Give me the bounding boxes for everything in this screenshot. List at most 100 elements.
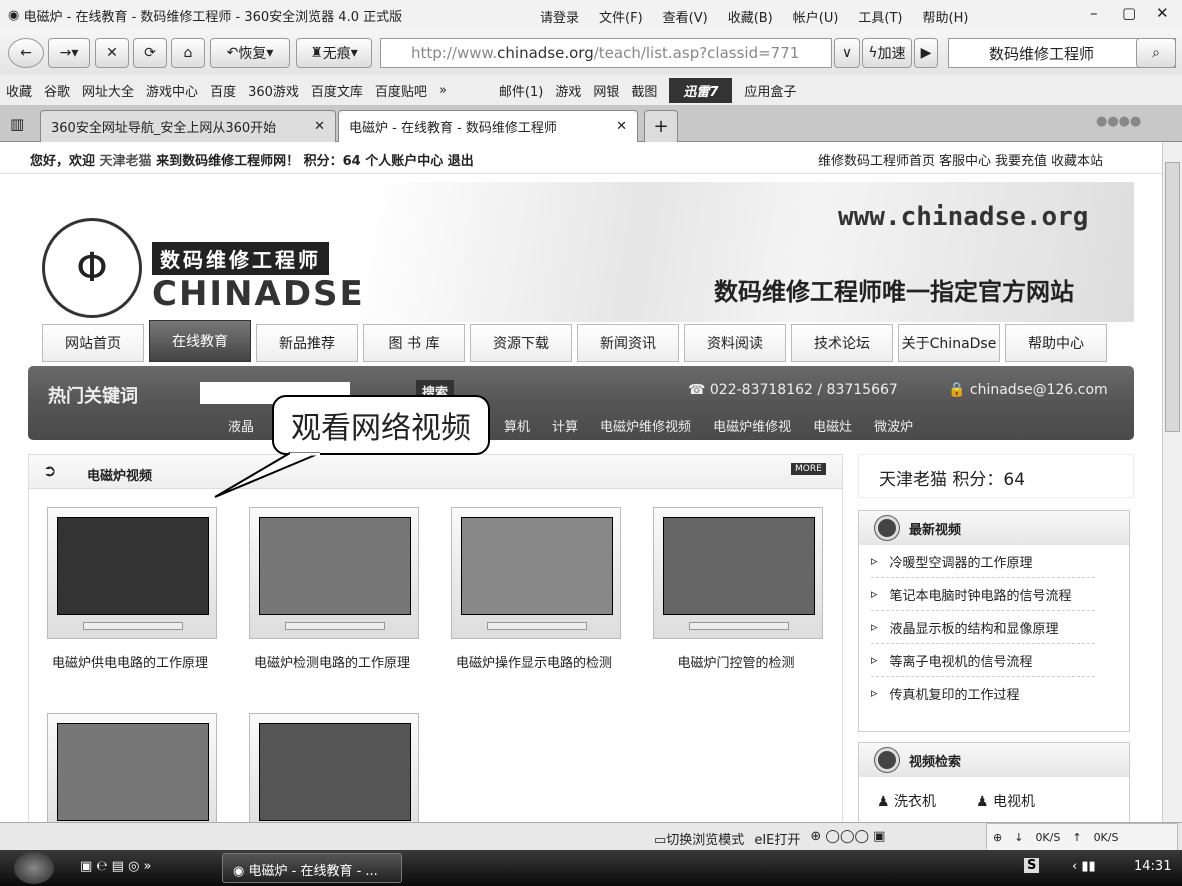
taskbar-item[interactable]: ◉ 电磁炉 - 在线教育 - ...: [222, 853, 402, 883]
service-link[interactable]: 客服中心: [939, 150, 991, 169]
video-title[interactable]: 电磁炉操作显示电路的检测: [433, 652, 635, 671]
video-thumbnail[interactable]: [451, 507, 621, 639]
bookmark-games[interactable]: 游戏中心: [146, 81, 198, 100]
minimize-icon[interactable]: –: [1090, 4, 1098, 22]
tab-close-icon[interactable]: ✕: [314, 119, 325, 134]
tab-scroll-icons[interactable]: ●●●●: [1096, 114, 1141, 129]
category-washer[interactable]: ♟ 洗衣机: [877, 791, 936, 811]
latest-link[interactable]: 传真机复印的工作过程: [890, 684, 1020, 703]
bookmark-game[interactable]: 游戏: [555, 81, 581, 100]
scroll-thumb[interactable]: [1165, 162, 1180, 432]
nav-library[interactable]: 图 书 库: [363, 324, 465, 362]
plus-icon[interactable]: ⊕: [993, 831, 1002, 844]
bookmark-hao[interactable]: 网址大全: [82, 81, 134, 100]
url-dropdown-icon[interactable]: ∨: [834, 38, 860, 68]
latest-link[interactable]: 等离子电视机的信号流程: [890, 651, 1033, 670]
close-icon[interactable]: ✕: [1156, 4, 1169, 22]
video-thumbnail[interactable]: [249, 507, 419, 639]
quicklaunch-icons[interactable]: ▣ ℮ ▤ ◎ »: [80, 859, 152, 874]
bookmark-mail[interactable]: 邮件(1): [499, 81, 543, 100]
tab-active[interactable]: 电磁炉 - 在线教育 - 数码维修工程师 ✕: [338, 110, 638, 142]
keyword-link[interactable]: 液晶: [228, 416, 254, 435]
video-thumbnail[interactable]: [47, 507, 217, 639]
nav-home[interactable]: 网站首页: [42, 324, 144, 362]
search-icon[interactable]: ⌕: [1136, 38, 1176, 68]
video-title[interactable]: 电磁炉检测电路的工作原理: [231, 652, 433, 671]
bookmark-bank[interactable]: 网银: [593, 81, 619, 100]
login-link[interactable]: 请登录: [540, 7, 579, 26]
video-title[interactable]: 电磁炉供电电路的工作原理: [29, 652, 231, 671]
logout-link[interactable]: 退出: [448, 154, 474, 169]
keyword-link[interactable]: 计算: [552, 416, 578, 435]
video-title[interactable]: 电磁炉门控管的检测: [635, 652, 837, 671]
home-link[interactable]: 维修数码工程师首页: [818, 150, 935, 169]
menu-view[interactable]: 查看(V): [663, 7, 708, 26]
bookmark-tieba[interactable]: 百度贴吧: [375, 81, 427, 100]
nav-new-products[interactable]: 新品推荐: [256, 324, 358, 362]
speedup-button[interactable]: ϟ 加速: [862, 38, 912, 68]
nav-downloads[interactable]: 资源下载: [470, 324, 572, 362]
latest-link[interactable]: 冷暖型空调器的工作原理: [890, 552, 1033, 571]
address-bar[interactable]: http://www. chinadse.org/teach/list.asp?c…: [380, 38, 832, 68]
account-link[interactable]: 个人账户中心: [365, 154, 443, 169]
restore-button[interactable]: ↶ 恢复 ▾: [210, 38, 290, 68]
nav-forum[interactable]: 技术论坛: [791, 324, 893, 362]
keyword-link[interactable]: 算机: [504, 416, 530, 435]
tray-icons[interactable]: ‹ ▮▮: [1072, 859, 1096, 874]
username-link[interactable]: 天津老猫: [100, 154, 152, 169]
more-button[interactable]: MORE: [791, 463, 826, 475]
latest-link[interactable]: 笔记本电脑时钟电路的信号流程: [890, 585, 1072, 604]
menu-account[interactable]: 帐户(U): [793, 7, 839, 26]
video-thumbnail[interactable]: [653, 507, 823, 639]
category-tv[interactable]: ♟ 电视机: [976, 791, 1035, 811]
home-icon[interactable]: ⌂: [171, 38, 205, 68]
tab-360-nav[interactable]: 360安全网址导航_安全上网从360开始 ✕: [40, 110, 336, 142]
bookmark-site-link[interactable]: 收藏本站: [1051, 150, 1103, 169]
browse-mode-button[interactable]: ▭切换浏览模式: [654, 829, 744, 848]
bookmark-google[interactable]: 谷歌: [44, 81, 70, 100]
vertical-scrollbar[interactable]: [1162, 142, 1182, 822]
keyword-link[interactable]: 微波炉: [874, 416, 913, 435]
video-thumbnail[interactable]: [47, 713, 217, 822]
incognito-button[interactable]: ♜ 无痕 ▾: [296, 38, 372, 68]
start-button[interactable]: [14, 852, 54, 884]
status-icons[interactable]: ⊕ ◯◯◯ ▣: [810, 829, 885, 848]
ie-open-button[interactable]: eIE打开: [754, 829, 800, 848]
list-item[interactable]: ▹ 笔记本电脑时钟电路的信号流程: [871, 578, 1095, 611]
bookmark-appbox[interactable]: 应用盒子: [744, 81, 796, 100]
contact-email[interactable]: chinadse@126.com: [970, 382, 1108, 398]
video-thumbnail[interactable]: [249, 713, 419, 822]
back-button[interactable]: ←: [8, 38, 44, 68]
nav-about[interactable]: 关于ChinaDse: [898, 324, 1000, 362]
refresh-icon[interactable]: ⟳: [133, 38, 167, 68]
latest-link[interactable]: 液晶显示板的结构和显像原理: [890, 618, 1059, 637]
tab-close-icon[interactable]: ✕: [616, 119, 627, 134]
list-item[interactable]: ▹ 冷暖型空调器的工作原理: [871, 545, 1095, 578]
xunlei-button[interactable]: 迅雷7: [669, 77, 733, 103]
stop-button[interactable]: ✕: [95, 38, 129, 68]
nav-help[interactable]: 帮助中心: [1005, 324, 1107, 362]
menu-help[interactable]: 帮助(H): [923, 7, 969, 26]
bookmark-favorites[interactable]: 收藏: [6, 81, 32, 100]
nav-news[interactable]: 新闻资讯: [577, 324, 679, 362]
bookmark-baidu[interactable]: 百度: [210, 81, 236, 100]
bookmark-screenshot[interactable]: 截图: [631, 81, 657, 100]
menu-tools[interactable]: 工具(T): [858, 7, 902, 26]
bookmark-360games[interactable]: 360游戏: [248, 81, 299, 100]
keyword-link[interactable]: 电磁炉维修视频: [600, 416, 691, 435]
sidebar-toggle-icon[interactable]: ▥: [10, 115, 24, 133]
menu-file[interactable]: 文件(F): [599, 7, 643, 26]
maximize-icon[interactable]: ▢: [1122, 4, 1136, 22]
go-icon[interactable]: ▶: [914, 38, 938, 68]
list-item[interactable]: ▹ 等离子电视机的信号流程: [871, 644, 1095, 677]
ime-icon[interactable]: S: [1024, 858, 1040, 873]
nav-online-education[interactable]: 在线教育: [149, 320, 251, 362]
recharge-link[interactable]: 我要充值: [995, 150, 1047, 169]
menu-favorites[interactable]: 收藏(B): [728, 7, 773, 26]
list-item[interactable]: ▹ 传真机复印的工作过程: [871, 677, 1095, 710]
keyword-link[interactable]: 电磁炉维修视: [713, 416, 791, 435]
new-tab-button[interactable]: +: [644, 110, 678, 142]
forward-button[interactable]: →▾: [48, 38, 90, 68]
keyword-link[interactable]: 电磁灶: [813, 416, 852, 435]
list-item[interactable]: ▹ 液晶显示板的结构和显像原理: [871, 611, 1095, 644]
